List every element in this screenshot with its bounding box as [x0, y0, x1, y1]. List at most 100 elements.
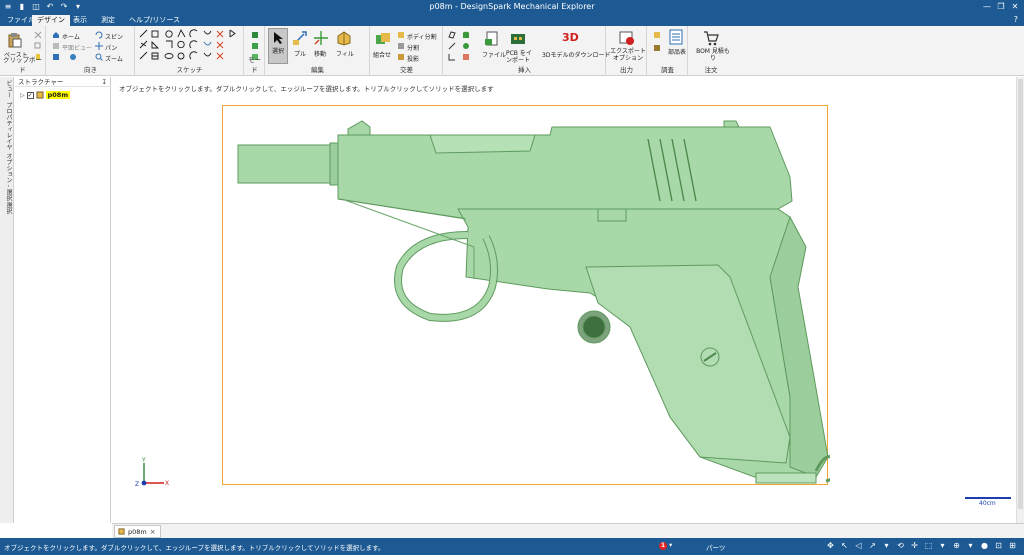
group-clipboard-title: クリップボード — [3, 56, 42, 74]
plane-view-label[interactable]: 平面ビュー — [62, 43, 92, 52]
pistol-model[interactable] — [230, 117, 830, 487]
shell-icon[interactable] — [462, 53, 470, 61]
copy-icon[interactable] — [34, 42, 42, 50]
sphere-icon[interactable] — [462, 42, 470, 50]
fullscreen-icon[interactable]: ⊞ — [1007, 540, 1018, 552]
shopping-cart-icon[interactable] — [703, 30, 719, 46]
pan-view-icon[interactable]: ✛ — [909, 540, 920, 552]
split-label[interactable]: 分割 — [407, 43, 419, 52]
export-options-label[interactable]: エクスポートオプション — [609, 48, 647, 62]
split-body-icon[interactable] — [397, 31, 405, 39]
selection-filter[interactable]: パーツ — [706, 542, 725, 552]
tab-view-panel[interactable]: ビュー — [1, 80, 13, 98]
design-canvas[interactable]: オブジェクトをクリックします。ダブルクリックして、エッジループを選択します。トリ… — [112, 77, 1024, 523]
help-icon[interactable]: ? — [1014, 15, 1018, 24]
tab-design[interactable]: デザイン — [32, 15, 70, 26]
restore-button[interactable]: ❐ — [994, 0, 1008, 14]
pan-label[interactable]: パン — [105, 43, 117, 52]
sketch-mode-icon[interactable] — [251, 31, 259, 39]
project-label[interactable]: 投影 — [407, 54, 419, 63]
group-intersect-title: 交差 — [400, 66, 413, 74]
combine-label[interactable]: 組合せ — [373, 50, 391, 59]
extend-curve-icon — [216, 52, 224, 60]
tab-layers[interactable]: レイヤ — [1, 132, 13, 150]
tab-options-select[interactable]: オプション - 選択 — [1, 153, 13, 201]
file-insert-label[interactable]: ファイル — [482, 50, 506, 59]
view-cube-icon[interactable] — [52, 53, 60, 61]
error-dropdown-icon[interactable]: ▾ — [669, 541, 672, 549]
spin-label[interactable]: スピン — [105, 32, 123, 41]
structure-root-node[interactable]: ▷ ✓ p08m — [20, 90, 71, 100]
tab-measure[interactable]: 測定 — [96, 15, 120, 26]
select-button[interactable]: 選択 — [268, 28, 288, 64]
sketch-tools[interactable] — [138, 29, 242, 65]
fit-screen-icon[interactable]: ⊡ — [993, 540, 1004, 552]
close-button[interactable]: ✕ — [1008, 0, 1022, 14]
parts-list-icon[interactable] — [668, 29, 684, 45]
pan-icon[interactable] — [95, 42, 103, 50]
split-icon[interactable] — [397, 42, 405, 50]
3d-download-label[interactable]: 3Dモデルのダウンロード — [542, 50, 610, 59]
tab-help-resources[interactable]: ヘルプ/リソース — [124, 15, 185, 26]
3d-logo-icon[interactable]: 3D — [562, 31, 579, 44]
combine-icon[interactable] — [375, 31, 391, 47]
fill-icon[interactable] — [336, 30, 352, 46]
plane-insert-icon[interactable] — [448, 31, 456, 39]
split-body-label[interactable]: ボディ分割 — [407, 32, 437, 41]
interference-icon[interactable] — [653, 44, 661, 52]
tab-properties[interactable]: プロパティ — [1, 102, 13, 132]
cut-icon[interactable] — [34, 31, 42, 39]
cylinder-icon[interactable] — [462, 31, 470, 39]
check-geometry-icon[interactable] — [653, 31, 661, 39]
home-label[interactable]: ホーム — [62, 32, 80, 41]
zoom-extents-dropdown-icon[interactable]: ▾ — [965, 540, 976, 552]
file-insert-icon[interactable] — [484, 31, 500, 47]
move-label[interactable]: 移動 — [314, 49, 326, 58]
project-icon[interactable] — [397, 53, 405, 61]
magazine-base — [755, 472, 817, 484]
view-dropdown-icon[interactable]: ▾ — [881, 540, 892, 552]
z-axis-dot — [141, 480, 147, 486]
rotate-view-icon[interactable]: ⟲ — [895, 540, 906, 552]
section-mode-icon[interactable] — [251, 42, 259, 50]
error-count-badge[interactable]: 1 — [659, 542, 667, 550]
tab-view[interactable]: 表示 — [68, 15, 92, 26]
minimize-button[interactable]: — — [980, 0, 994, 14]
pull-label[interactable]: プル — [294, 49, 306, 58]
bom-quote-label[interactable]: BOM 見積もり — [695, 48, 731, 62]
display-style-icon[interactable]: ● — [979, 540, 990, 552]
zoom-extents-icon[interactable]: ⊕ — [951, 540, 962, 552]
fill-label[interactable]: フィル — [336, 49, 354, 58]
plane-view-icon[interactable] — [52, 42, 60, 50]
axis-insert-icon[interactable] — [448, 42, 456, 50]
scrollbar-thumb[interactable] — [1018, 79, 1023, 509]
parts-list-label[interactable]: 部品表 — [668, 47, 686, 56]
home-icon[interactable] — [52, 31, 60, 39]
zoom-label[interactable]: ズーム — [105, 54, 123, 63]
next-view-icon[interactable]: ↗ — [867, 540, 878, 552]
root-node-name[interactable]: p08m — [45, 91, 71, 99]
pin-icon[interactable]: ↧ — [102, 77, 107, 87]
tab-selection[interactable]: 選択 — [1, 202, 13, 214]
zoom-box-icon[interactable]: ⬚ — [923, 540, 934, 552]
vertical-scrollbar[interactable] — [1016, 77, 1024, 523]
move-icon[interactable] — [313, 30, 329, 46]
doc-tab-p08m[interactable]: p08m × — [114, 525, 161, 538]
expand-icon[interactable]: ▷ — [20, 92, 25, 99]
move-grid-icon[interactable]: ✥ — [825, 540, 836, 552]
zoom-dropdown-icon[interactable]: ▾ — [937, 540, 948, 552]
previous-view-icon[interactable]: ◁ — [853, 540, 864, 552]
spin-icon[interactable] — [95, 31, 103, 39]
zoom-icon[interactable] — [95, 53, 103, 61]
select-pointer-icon[interactable]: ↖ — [839, 540, 850, 552]
shaded-view-icon[interactable] — [69, 53, 77, 61]
status-message: オブジェクトをクリックします。ダブルクリックして、エッジループを選択します。トリ… — [4, 544, 385, 552]
pcb-import-icon[interactable] — [510, 31, 526, 47]
export-icon[interactable] — [619, 30, 635, 46]
paste-icon[interactable] — [6, 32, 22, 48]
origin-insert-icon[interactable] — [448, 53, 456, 61]
pull-icon[interactable] — [292, 30, 308, 46]
pcb-import-label[interactable]: PCB をインポート — [506, 50, 536, 64]
doc-tab-close-icon[interactable]: × — [150, 528, 156, 536]
visibility-checkbox[interactable]: ✓ — [26, 91, 34, 99]
